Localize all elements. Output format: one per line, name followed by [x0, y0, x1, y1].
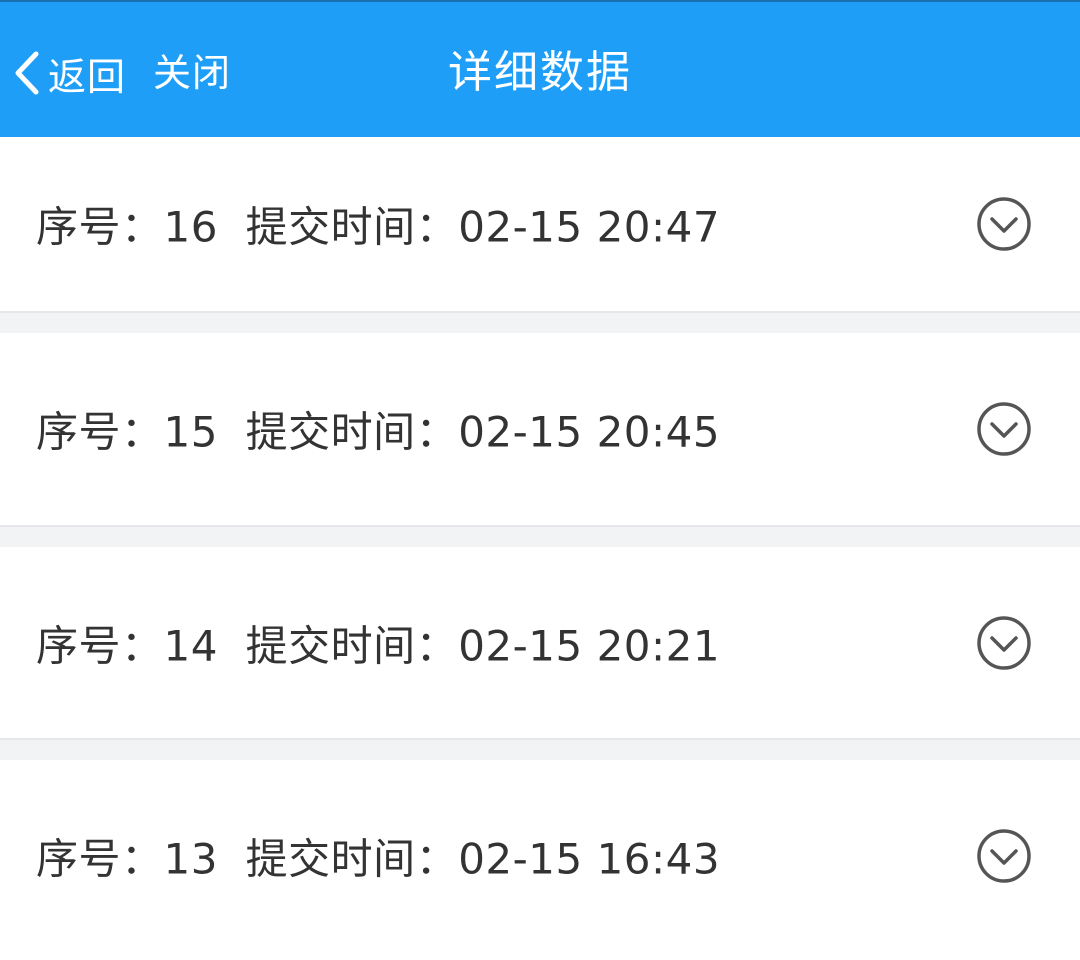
record-text: 序号：15 提交时间：02-15 20:45 [36, 399, 720, 460]
header-bar: 返回 关闭 详细数据 [0, 0, 1080, 137]
chevron-down-circle-icon[interactable] [975, 827, 1033, 885]
seq-value: 15 [163, 407, 218, 457]
seq-value: 13 [163, 834, 218, 884]
record-text: 序号：14 提交时间：02-15 20:21 [36, 612, 720, 673]
time-value: 02-15 20:21 [458, 621, 721, 670]
seq-label: 序号： [36, 621, 164, 670]
seq-value: 16 [163, 202, 218, 252]
chevron-down-circle-icon[interactable] [975, 195, 1033, 253]
time-value: 02-15 20:47 [458, 202, 721, 252]
record-text: 序号：13 提交时间：02-15 16:43 [36, 826, 720, 887]
record-text: 序号：16 提交时间：02-15 20:47 [36, 194, 720, 255]
time-label: 提交时间： [245, 407, 459, 457]
seq-label: 序号： [36, 407, 164, 457]
list-item[interactable]: 序号：13 提交时间：02-15 16:43 [0, 760, 1080, 960]
list-item[interactable]: 序号：15 提交时间：02-15 20:45 [0, 333, 1080, 527]
time-label: 提交时间： [245, 202, 459, 252]
chevron-down-circle-icon[interactable] [975, 614, 1033, 672]
time-label: 提交时间： [245, 834, 459, 884]
seq-value: 14 [163, 621, 218, 670]
page-title: 详细数据 [448, 47, 632, 98]
list-item[interactable]: 序号：14 提交时间：02-15 20:21 [0, 547, 1080, 740]
seq-label: 序号： [36, 202, 164, 252]
list-item[interactable]: 序号：16 提交时间：02-15 20:47 [0, 137, 1080, 313]
time-value: 02-15 20:45 [458, 407, 721, 457]
time-label: 提交时间： [245, 621, 459, 670]
seq-label: 序号： [36, 834, 164, 884]
time-value: 02-15 16:43 [458, 834, 721, 884]
chevron-down-circle-icon[interactable] [975, 400, 1033, 458]
